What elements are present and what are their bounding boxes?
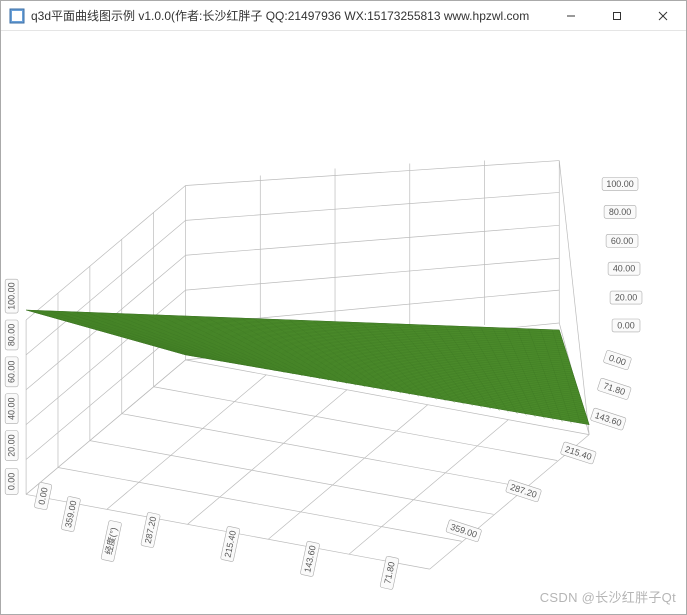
x-axis-ticks: 0.00 359.00 287.20 215.40 143.60 71.80 经…	[34, 482, 399, 590]
maximize-button[interactable]	[594, 1, 640, 30]
svg-text:80.00: 80.00	[7, 324, 17, 346]
surface-chart: 100.00 80.00 60.00 40.00 20.00 0.00 100.…	[1, 31, 686, 614]
close-button[interactable]	[640, 1, 686, 30]
svg-text:0.00: 0.00	[617, 320, 634, 330]
titlebar[interactable]: q3d平面曲线图示例 v1.0.0(作者:长沙红胖子 QQ:21497936 W…	[1, 1, 686, 31]
surface-plane	[26, 310, 589, 425]
window-controls	[548, 1, 686, 30]
svg-text:0.00: 0.00	[608, 353, 628, 368]
svg-text:60.00: 60.00	[611, 236, 633, 246]
svg-text:60.00: 60.00	[7, 361, 17, 383]
svg-text:0.00: 0.00	[7, 473, 17, 490]
svg-text:80.00: 80.00	[609, 207, 631, 217]
svg-text:40.00: 40.00	[7, 397, 17, 419]
window-title: q3d平面曲线图示例 v1.0.0(作者:长沙红胖子 QQ:21497936 W…	[31, 7, 548, 24]
svg-text:40.00: 40.00	[613, 264, 635, 274]
minimize-button[interactable]	[548, 1, 594, 30]
svg-text:100.00: 100.00	[7, 282, 17, 309]
z-axis-right-ticks: 100.00 80.00 60.00 40.00 20.00 0.00	[602, 177, 642, 331]
svg-text:20.00: 20.00	[615, 293, 637, 303]
app-icon	[9, 8, 25, 24]
svg-text:100.00: 100.00	[606, 179, 633, 189]
chart-canvas[interactable]: 100.00 80.00 60.00 40.00 20.00 0.00 100.…	[1, 31, 686, 614]
app-window: q3d平面曲线图示例 v1.0.0(作者:长沙红胖子 QQ:21497936 W…	[0, 0, 687, 615]
svg-text:20.00: 20.00	[7, 434, 17, 456]
z-axis-left-ticks: 100.00 80.00 60.00 40.00 20.00 0.00	[5, 279, 18, 494]
